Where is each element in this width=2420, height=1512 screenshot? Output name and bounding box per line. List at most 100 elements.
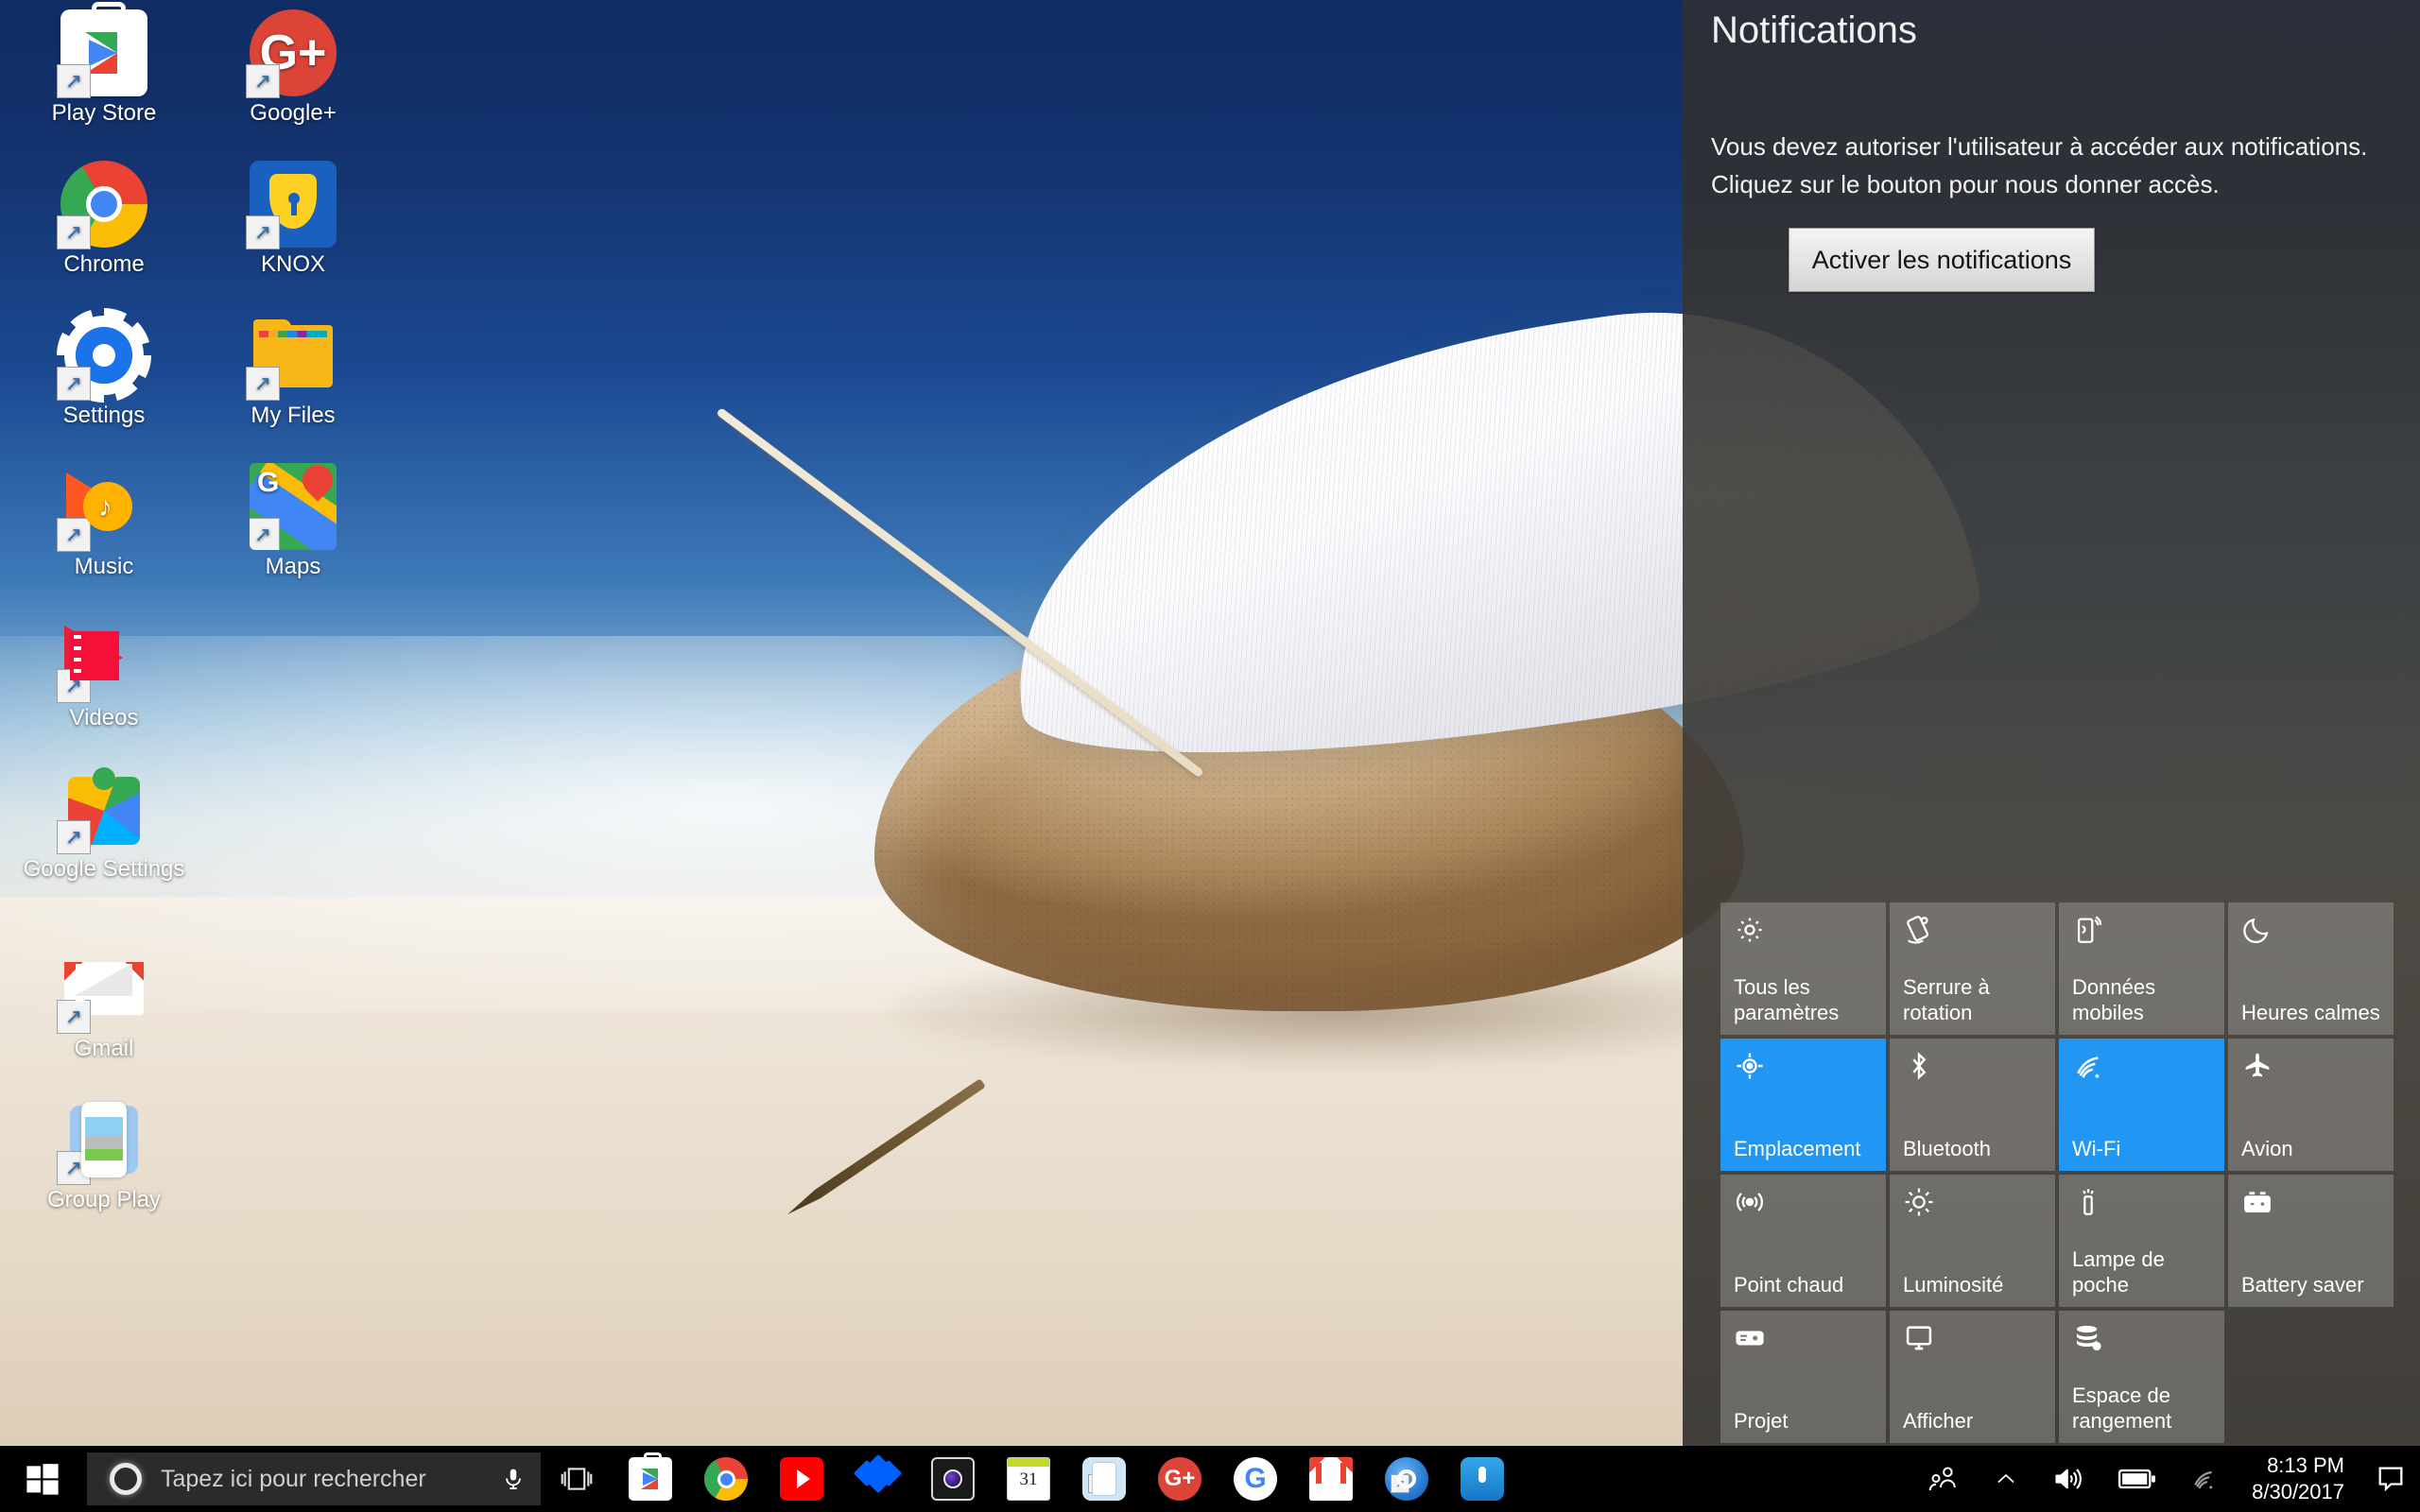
moon-icon — [2241, 914, 2279, 952]
desktop-icon-label: Maps — [265, 554, 321, 579]
desktop-icon-play-store[interactable]: ↗ Play Store — [9, 2, 199, 126]
start-button[interactable] — [0, 1446, 85, 1512]
quick-tile-label: Emplacement — [1734, 1137, 1861, 1160]
people-icon[interactable] — [1910, 1446, 1978, 1512]
google-maps-icon: G ↗ — [250, 463, 337, 550]
mobile-data-icon — [2072, 914, 2110, 952]
volume-icon[interactable] — [2034, 1446, 2102, 1512]
voice-recorder-icon — [1461, 1457, 1504, 1501]
quick-tile-label: Point chaud — [1734, 1273, 1844, 1297]
quick-tile-storage[interactable]: Espace de rangement — [2059, 1311, 2224, 1443]
desktop-icon-label: Google+ — [250, 100, 337, 126]
desktop-icon-maps[interactable]: G ↗ Maps — [199, 463, 388, 579]
clock[interactable]: 8:13 PM 8/30/2017 — [2235, 1446, 2361, 1512]
windows-logo-icon — [26, 1464, 59, 1495]
quick-tile-battery-saver[interactable]: Battery saver — [2228, 1175, 2394, 1307]
airplane-icon — [2241, 1050, 2279, 1088]
desktop-icon-knox[interactable]: ↗ KNOX — [199, 161, 388, 277]
desktop-icon-google-settings[interactable]: ↗ Google Settings — [9, 765, 199, 882]
desktop-icon-settings[interactable]: ↗ Settings — [9, 308, 199, 428]
taskbar-app-gmail[interactable] — [1293, 1446, 1369, 1512]
dropbox-icon — [853, 1453, 903, 1501]
desktop-icon-label: Chrome — [63, 251, 145, 277]
wifi-icon[interactable] — [2172, 1446, 2235, 1512]
action-center-icon[interactable] — [2361, 1446, 2420, 1512]
desktop-icon-label: Gmail — [74, 1036, 134, 1061]
play-movies-icon: ↗ — [57, 614, 147, 703]
taskbar-app-camera[interactable] — [915, 1446, 991, 1512]
taskbar-app-calendar[interactable]: 31 — [991, 1446, 1066, 1512]
desktop-icon-music[interactable]: ♪ ↗ Music — [9, 463, 199, 579]
clock-time: 8:13 PM — [2267, 1453, 2344, 1477]
show-hidden-icons-chevron[interactable] — [1978, 1446, 2034, 1512]
system-tray: 8:13 PM 8/30/2017 — [1910, 1446, 2420, 1512]
clock-date: 8/30/2017 — [2252, 1480, 2344, 1503]
shortcut-overlay-icon: ↗ — [1088, 1474, 1107, 1493]
shortcut-overlay-icon: ↗ — [250, 518, 280, 550]
quick-tile-location[interactable]: Emplacement — [1720, 1039, 1886, 1171]
shortcut-overlay-icon: ↗ — [1391, 1474, 1409, 1493]
quick-tile-label: Afficher — [1903, 1409, 1974, 1433]
quick-tile-display[interactable]: Afficher — [1890, 1311, 2055, 1443]
google-plus-icon: G+ ↗ — [246, 9, 337, 98]
taskbar-app-google-plus[interactable]: G+ — [1142, 1446, 1218, 1512]
quick-tile-label: Bluetooth — [1903, 1137, 1991, 1160]
shortcut-overlay-icon: ↗ — [57, 820, 91, 854]
location-crosshair-icon — [1734, 1050, 1772, 1088]
quick-tile-flashlight[interactable]: Lampe de poche — [2059, 1175, 2224, 1307]
shortcut-overlay-icon: ↗ — [57, 367, 91, 401]
taskbar-app-sidesync[interactable]: ↗ — [1066, 1446, 1142, 1512]
smart-switch-icon: ↗ — [1385, 1457, 1428, 1501]
hotspot-icon — [1734, 1186, 1772, 1224]
shortcut-overlay-icon: ↗ — [57, 64, 91, 98]
quick-tile-label: Heures calmes — [2241, 1001, 2380, 1024]
shortcut-overlay-icon: ↗ — [246, 64, 280, 98]
search-input[interactable]: Tapez ici pour rechercher — [161, 1466, 486, 1493]
quick-tile-project[interactable]: Projet — [1720, 1311, 1886, 1443]
settings-gear-icon: ↗ — [57, 308, 151, 403]
task-view-button[interactable] — [541, 1446, 613, 1512]
taskbar-app-google[interactable]: G — [1218, 1446, 1293, 1512]
desktop-icon-chrome[interactable]: ↗ Chrome — [9, 161, 199, 277]
quick-tile-label: Projet — [1734, 1409, 1789, 1433]
taskbar-app-smart-switch[interactable]: ↗ — [1369, 1446, 1444, 1512]
projector-icon — [1734, 1322, 1772, 1360]
quick-tile-airplane[interactable]: Avion — [2228, 1039, 2394, 1171]
battery-saver-icon — [2241, 1186, 2279, 1224]
quick-tile-all-settings[interactable]: Tous les paramètres — [1720, 902, 1886, 1035]
quick-tile-rotation-lock[interactable]: Serrure à rotation — [1890, 902, 2055, 1035]
quick-tile-label: Lampe de poche — [2072, 1247, 2165, 1297]
desktop-icon-gmail[interactable]: ↗ Gmail — [9, 945, 199, 1061]
taskbar-app-voice-recorder[interactable] — [1444, 1446, 1520, 1512]
desktop-icon-my-files[interactable]: ↗ My Files — [199, 312, 388, 428]
desktop-icon-label: My Files — [251, 403, 336, 428]
taskbar-app-chrome[interactable] — [688, 1446, 764, 1512]
battery-icon[interactable] — [2102, 1446, 2172, 1512]
desktop-icon-label: Google Settings — [23, 856, 185, 882]
play-store-icon: ↗ — [57, 2, 147, 98]
brightness-sun-icon — [1903, 1186, 1941, 1224]
quick-tile-bluetooth[interactable]: Bluetooth — [1890, 1039, 2055, 1171]
desktop-icon-label: Settings — [62, 403, 146, 428]
camera-icon — [931, 1457, 975, 1501]
enable-notifications-button[interactable]: Activer les notifications — [1789, 228, 2095, 292]
desktop-icon-group-play[interactable]: ↗ Group Play — [9, 1096, 199, 1212]
desktop-icon-google-plus[interactable]: G+ ↗ Google+ — [199, 9, 388, 126]
quick-tile-brightness[interactable]: Luminosité — [1890, 1175, 2055, 1307]
quick-tile-label: Données mobiles — [2072, 975, 2156, 1024]
desktop-icon-videos[interactable]: ↗ Videos — [9, 614, 199, 730]
taskbar-app-play-store[interactable] — [613, 1446, 688, 1512]
taskbar-app-dropbox[interactable] — [839, 1446, 915, 1512]
taskbar-app-youtube[interactable] — [764, 1446, 839, 1512]
chrome-icon — [704, 1457, 748, 1501]
mic-icon[interactable] — [486, 1452, 541, 1505]
quick-tile-mobile-data[interactable]: Données mobiles — [2059, 902, 2224, 1035]
quick-tile-label: Battery saver — [2241, 1273, 2364, 1297]
quick-tile-wifi[interactable]: Wi-Fi — [2059, 1039, 2224, 1171]
calendar-icon: 31 — [1007, 1457, 1050, 1501]
quick-tile-hotspot[interactable]: Point chaud — [1720, 1175, 1886, 1307]
quick-tile-quiet-hours[interactable]: Heures calmes — [2228, 902, 2394, 1035]
cortana-icon[interactable] — [110, 1463, 142, 1495]
search-box[interactable]: Tapez ici pour rechercher — [87, 1452, 541, 1505]
google-plus-icon: G+ — [1158, 1457, 1201, 1501]
